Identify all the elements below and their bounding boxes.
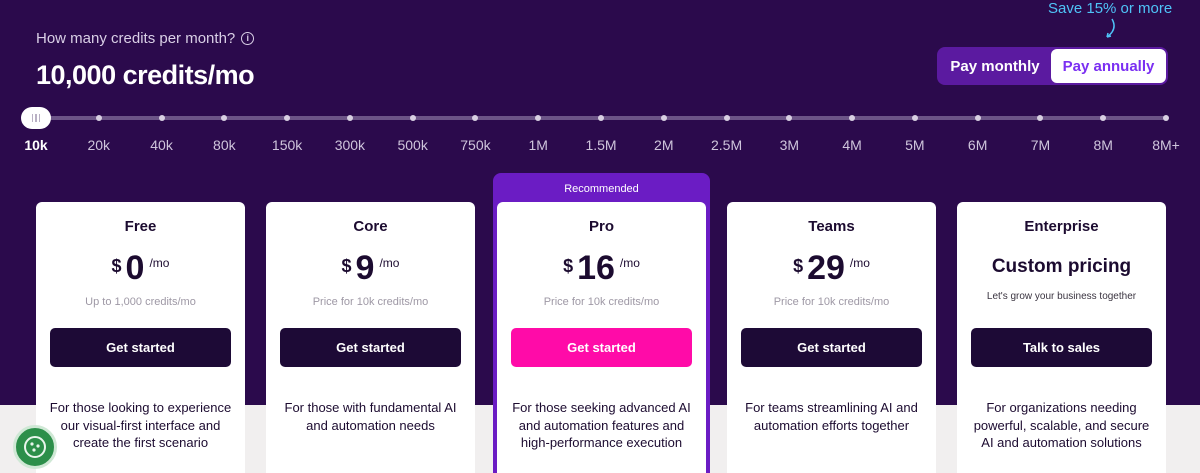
get-started-button-pro[interactable]: Get started — [511, 328, 692, 367]
price-currency: $ — [111, 256, 122, 276]
credits-question: How many credits per month? i — [36, 30, 255, 47]
price-note: Price for 10k credits/mo — [312, 296, 429, 308]
slider-step-dot[interactable] — [1163, 115, 1169, 121]
slider-tick-label[interactable]: 7M — [1031, 137, 1050, 153]
plan-card-enterprise: Enterprise Custom pricing Let's grow you… — [957, 202, 1166, 473]
slider-step-dot[interactable] — [660, 115, 667, 121]
slider-handle[interactable] — [21, 107, 51, 129]
plan-card-pro: Pro $ 16 /mo Price for 10k credits/mo Ge… — [497, 202, 706, 473]
get-started-button-free[interactable]: Get started — [50, 328, 231, 367]
get-started-button-core[interactable]: Get started — [280, 328, 461, 367]
slider-tick-label[interactable]: 500k — [397, 137, 427, 153]
price-amount: 0 — [125, 249, 145, 287]
pay-annually-button[interactable]: Pay annually — [1051, 49, 1166, 83]
slider-tick-label[interactable]: 8M+ — [1152, 137, 1180, 153]
slider-tick-label[interactable]: 6M — [968, 137, 987, 153]
price-unit: /mo — [619, 256, 640, 270]
price-currency: $ — [341, 256, 352, 276]
plan-description: For those seeking advanced AI and automa… — [512, 400, 691, 450]
slider-step-dot[interactable] — [95, 115, 102, 121]
slider-tick-label[interactable]: 2M — [654, 137, 673, 153]
price-unit: /mo — [149, 256, 170, 270]
recommended-badge: Recommended — [564, 183, 639, 195]
curved-arrow-icon — [1106, 18, 1115, 38]
credits-question-label: How many credits per month? — [36, 30, 236, 47]
price-amount: 9 — [355, 249, 375, 287]
plan-name: Core — [353, 218, 388, 235]
slider-step-dot[interactable] — [723, 115, 730, 121]
plan-name: Teams — [808, 218, 855, 235]
slider-tick-label[interactable]: 4M — [842, 137, 861, 153]
cookie-icon — [24, 436, 46, 458]
price-unit: /mo — [379, 256, 400, 270]
cookie-settings-icon[interactable] — [13, 425, 57, 469]
info-icon[interactable]: i — [241, 32, 255, 45]
custom-pricing: Custom pricing — [991, 256, 1132, 277]
slider-step-dot[interactable] — [409, 115, 416, 121]
slider-tick-label[interactable]: 150k — [272, 137, 302, 153]
talk-to-sales-button[interactable]: Talk to sales — [971, 328, 1152, 367]
plan-card-teams: Teams $ 29 /mo Price for 10k credits/mo … — [727, 202, 936, 473]
slider-step-dot[interactable] — [911, 115, 918, 121]
slider-tick-label[interactable]: 5M — [905, 137, 924, 153]
plan-card-free: Free $ 0 /mo Up to 1,000 credits/mo Get … — [36, 202, 245, 473]
price-amount: 16 — [577, 249, 615, 287]
billing-toggle: Pay monthly Pay annually — [937, 47, 1168, 85]
price: $ 9 /mo — [266, 248, 475, 288]
save-note: Save 15% or more — [1048, 0, 1173, 17]
slider-tick-label[interactable]: 40k — [150, 137, 173, 153]
slider-tick-label[interactable]: 1.5M — [585, 137, 616, 153]
slider-step-dot[interactable] — [346, 115, 353, 121]
slider-tick-label[interactable]: 20k — [87, 137, 110, 153]
get-started-button-teams[interactable]: Get started — [741, 328, 922, 367]
plan-description: For organizations needing powerful, scal… — [973, 400, 1150, 450]
price-note: Let's grow your business together — [986, 291, 1137, 302]
plan-description: For those looking to experience our visu… — [49, 400, 232, 450]
slider-tick-label[interactable]: 750k — [460, 137, 490, 153]
plan-card-core: Core $ 9 /mo Price for 10k credits/mo Ge… — [266, 202, 475, 473]
price: $ 0 /mo — [36, 248, 245, 288]
pay-monthly-button[interactable]: Pay monthly — [939, 49, 1051, 83]
price-amount: 29 — [807, 249, 845, 287]
slider-tick-label[interactable]: 3M — [780, 137, 799, 153]
slider-tick-label[interactable]: 10k — [24, 137, 47, 153]
plan-name: Pro — [588, 218, 614, 235]
slider-tick-label[interactable]: 8M — [1093, 137, 1112, 153]
slider-tick-label[interactable]: 2.5M — [711, 137, 742, 153]
price-currency: $ — [563, 256, 574, 276]
slider-step-dot[interactable] — [598, 115, 604, 121]
slider-step-dot[interactable] — [974, 115, 981, 121]
price-note: Up to 1,000 credits/mo — [85, 296, 196, 308]
price: $ 29 /mo — [727, 248, 936, 288]
plan-description: For teams streamlining AI and automation… — [745, 400, 918, 433]
price-note: Price for 10k credits/mo — [543, 296, 660, 308]
slider-step-dot[interactable] — [158, 115, 165, 121]
credits-value: 10,000 credits/mo — [36, 60, 255, 90]
price: $ 16 /mo — [497, 248, 706, 288]
slider-tick-label[interactable]: 80k — [213, 137, 236, 153]
price-note: Price for 10k credits/mo — [773, 296, 890, 308]
plan-name: Enterprise — [1024, 218, 1099, 235]
price-currency: $ — [793, 256, 804, 276]
price-unit: /mo — [849, 256, 870, 270]
plan-description: For those with fundamental AI and automa… — [284, 400, 457, 433]
slider-tick-label[interactable]: 1M — [528, 137, 547, 153]
slider-tick-label[interactable]: 300k — [335, 137, 365, 153]
plan-name: Free — [124, 218, 157, 235]
